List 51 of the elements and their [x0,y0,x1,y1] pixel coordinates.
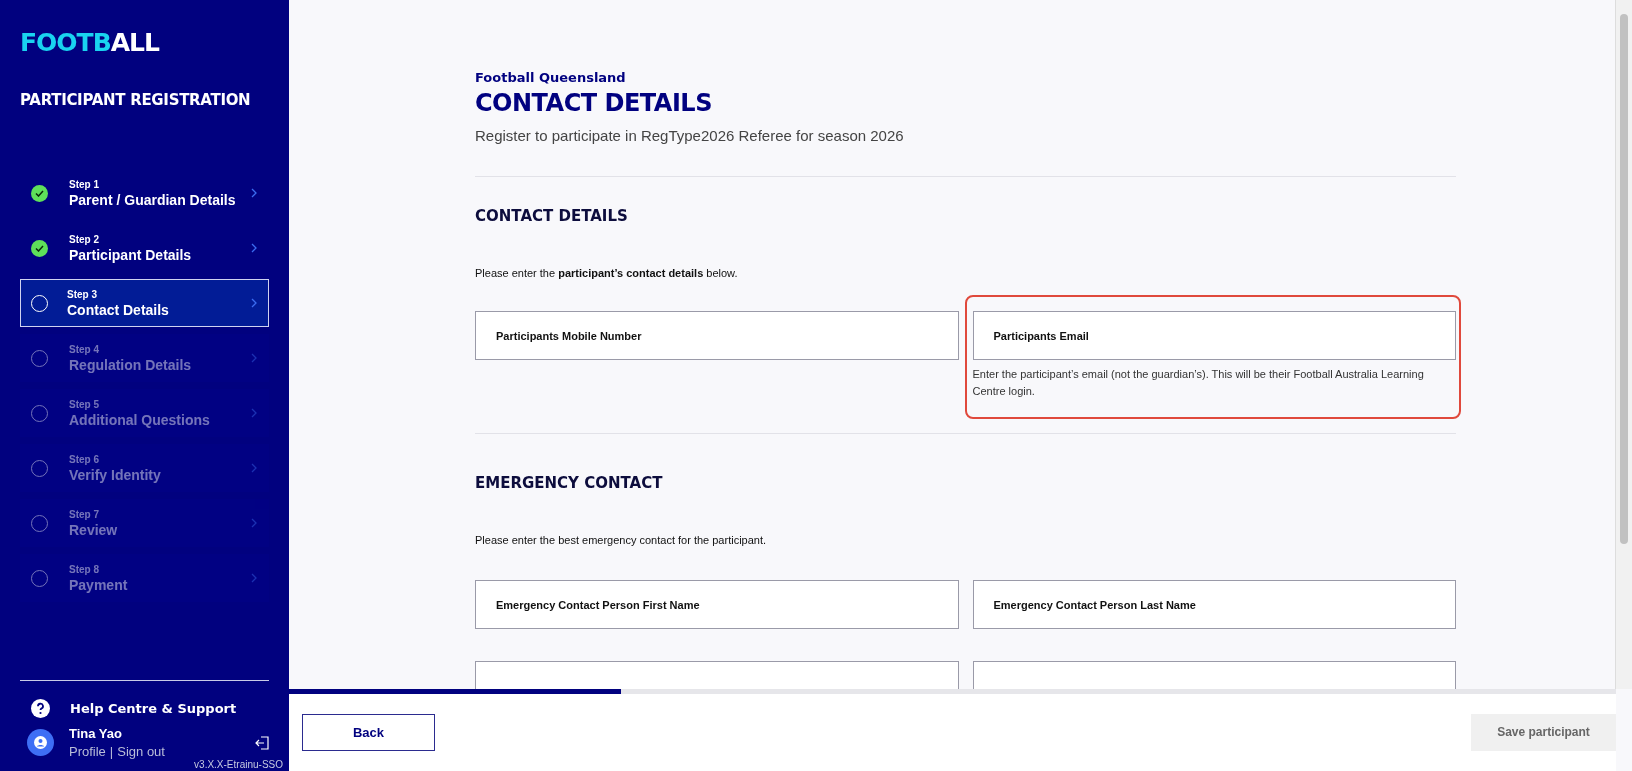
step-item[interactable]: Step 3 Contact Details [20,279,269,327]
link-separator: | [109,744,114,759]
step-label: Contact Details [67,301,169,318]
input-field[interactable]: Emergency Contact Person First Name [475,580,959,629]
user-name: Tina Yao [69,726,122,741]
logo: FOOTBALL [20,28,159,57]
step-number: Step 3 [67,288,97,300]
sidebar-title: PARTICIPANT REGISTRATION [20,91,251,109]
avatar-icon [27,729,54,756]
step-number: Step 8 [69,563,99,575]
help-icon [31,699,50,718]
step-label: Review [69,521,118,538]
back-button[interactable]: Back [302,714,435,751]
input-field[interactable]: Emergency Contact Person Last Name [972,580,1456,629]
version-text: v3.X.X-Etrainu-SSO [194,759,283,771]
chevron-icon [250,408,258,418]
page-title: CONTACT DETAILS [475,89,713,117]
input-field[interactable]: Participants Email [972,311,1456,360]
step-label: Parent / Guardian Details [69,191,236,208]
step-label: Participant Details [69,246,192,263]
step-number: Step 2 [69,233,99,245]
instruction-text: Please enter the participant’s contact details below. [475,267,739,279]
step-number: Step 1 [69,178,99,190]
chevron-icon [250,573,258,583]
step-number: Step 6 [69,453,99,465]
instruction-text: Please enter the best emergency contact for the participant. [475,534,768,546]
profile-link[interactable]: Profile [69,744,106,759]
chevron-icon [250,353,258,363]
input-field[interactable]: Participants Mobile Number [475,311,959,360]
organisation-name: Football Queensland [475,70,627,85]
step-number: Step 4 [69,343,99,355]
step-label: Regulation Details [69,356,192,373]
step-label: Verify Identity [69,466,161,483]
logout-icon[interactable] [255,735,269,750]
chevron-icon [250,463,258,473]
section-title: EMERGENCY CONTACT [475,474,664,492]
step-label: Additional Questions [69,411,210,428]
field-hint: Enter the participant’s email (not the guardian’s). This will be their Football Australia Learning Centre login. [972,367,1425,399]
step-number: Step 7 [69,508,99,520]
page-subtitle: Register to participate in RegType2026 Referee for season 2026 [475,127,905,144]
sign-out-link[interactable]: Sign out [117,744,165,759]
chevron-icon [250,518,258,528]
step-number: Step 5 [69,398,99,410]
step-label: Payment [69,576,128,593]
section-title: CONTACT DETAILS [475,207,629,225]
step-item[interactable]: Step 2 Participant Details [20,224,269,272]
step-item[interactable]: Step 1 Parent / Guardian Details [20,169,269,217]
help-link[interactable]: Help Centre & Support [70,701,237,716]
chevron-icon [250,243,258,253]
chevron-icon [250,188,258,198]
chevron-icon [250,298,258,308]
